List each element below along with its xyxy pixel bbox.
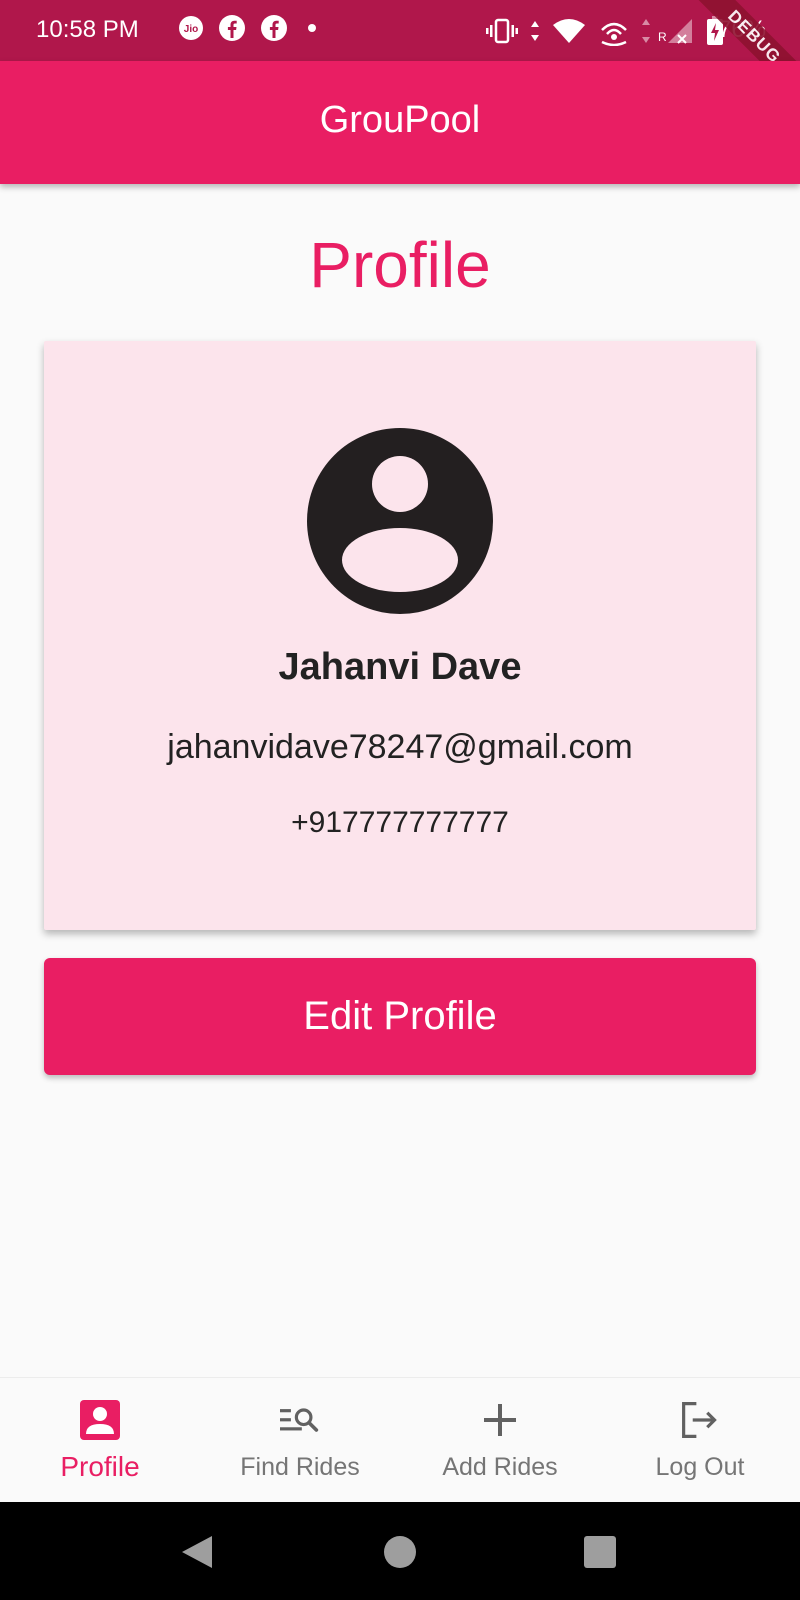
add-icon [484, 1404, 516, 1436]
nav-label: Find Rides [240, 1453, 360, 1481]
account-circle-icon [307, 428, 493, 614]
nav-label: Profile [60, 1451, 140, 1482]
nav-label: Add Rides [442, 1453, 558, 1481]
bottom-navigation: Profile Find Rides Add Rides Log Out [0, 1377, 800, 1503]
back-icon[interactable] [180, 1534, 214, 1570]
logout-icon [682, 1402, 717, 1438]
nav-item-log-out[interactable]: Log Out [600, 1378, 800, 1503]
svg-text:R: R [658, 30, 667, 44]
jio-icon: Jio [179, 16, 203, 40]
account-box-icon [80, 1400, 120, 1440]
nav-item-find-rides[interactable]: Find Rides [200, 1378, 400, 1503]
vibrate-icon [486, 18, 518, 44]
system-status-icons: R [486, 16, 724, 46]
app-bar: GrouPool [0, 61, 800, 184]
profile-card: Jahanvi Dave jahanvidave78247@gmail.com … [44, 341, 756, 930]
status-bar: 10:58 PM Jio R DEBUG [0, 0, 800, 110]
status-time: 10:58 PM [36, 16, 139, 43]
facebook-icon [261, 15, 287, 41]
system-navigation-bar [0, 1502, 800, 1600]
jio-badge-text: Jio [184, 24, 198, 35]
hotspot-icon [601, 22, 627, 46]
profile-phone: +917777777777 [291, 806, 509, 839]
facebook-icon [219, 15, 245, 41]
app-title: GrouPool [319, 99, 481, 141]
nav-item-add-rides[interactable]: Add Rides [400, 1378, 600, 1503]
profile-email: jahanvidave78247@gmail.com [167, 728, 633, 766]
nav-label: Log Out [655, 1453, 745, 1481]
recents-icon[interactable] [583, 1535, 617, 1569]
profile-name: Jahanvi Dave [278, 646, 522, 688]
notification-icons: Jio [178, 14, 322, 42]
edit-profile-button[interactable]: Edit Profile [44, 958, 756, 1075]
data-arrows-icon [531, 21, 539, 41]
page-title: Profile [309, 229, 491, 301]
manage-search-icon [280, 1408, 319, 1432]
signal-icon: R [642, 19, 692, 44]
nav-item-profile[interactable]: Profile [0, 1378, 200, 1503]
home-icon[interactable] [383, 1535, 417, 1569]
wifi-icon [553, 19, 585, 43]
dot-icon [308, 24, 316, 32]
